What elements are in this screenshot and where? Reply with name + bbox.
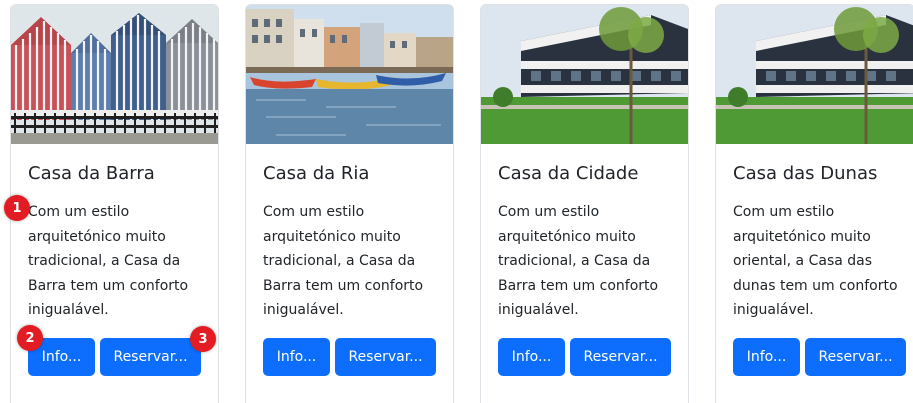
modern-building-photo: [481, 5, 688, 144]
canal-boats-photo: [246, 5, 453, 144]
striped-houses-photo: [11, 5, 218, 144]
card-title: Casa da Barra: [28, 163, 155, 184]
card-description: Com um estilo arquitetónico muito tradic…: [28, 204, 189, 318]
card-image-modern-building-2: [716, 5, 913, 144]
reserve-button[interactable]: Reservar...: [100, 338, 201, 376]
modern-building-photo: [716, 5, 913, 144]
reserve-button[interactable]: Reservar...: [805, 338, 906, 376]
card-description: Com um estilo arquitetónico muito tradic…: [498, 204, 659, 318]
info-button[interactable]: Info...: [263, 338, 330, 376]
card-description: Com um estilo arquitetónico muito tradic…: [263, 204, 424, 318]
info-button[interactable]: Info...: [498, 338, 565, 376]
annotation-marker-2: 2: [17, 325, 43, 351]
annotation-marker-1: 1: [4, 195, 30, 221]
info-button[interactable]: Info...: [733, 338, 800, 376]
reserve-button[interactable]: Reservar...: [335, 338, 436, 376]
card-grid: Casa da Barra Com um estilo arquitetónic…: [0, 0, 913, 403]
card-casa-da-cidade: Casa da Cidade Com um estilo arquitetóni…: [480, 4, 689, 403]
card-image-canal-boats: [246, 5, 453, 144]
card-title: Casa da Ria: [263, 163, 370, 184]
reserve-button[interactable]: Reservar...: [570, 338, 671, 376]
annotation-marker-3: 3: [190, 326, 216, 352]
card-casa-das-dunas: Casa das Dunas Com um estilo arquitetóni…: [715, 4, 913, 403]
card-image-striped-houses: [11, 5, 218, 144]
card-casa-da-ria: Casa da Ria Com um estilo arquitetónico …: [245, 4, 454, 403]
card-image-modern-building: [481, 5, 688, 144]
card-title: Casa das Dunas: [733, 163, 878, 184]
card-title: Casa da Cidade: [498, 163, 639, 184]
card-description: Com um estilo arquitetónico muito orient…: [733, 204, 898, 318]
